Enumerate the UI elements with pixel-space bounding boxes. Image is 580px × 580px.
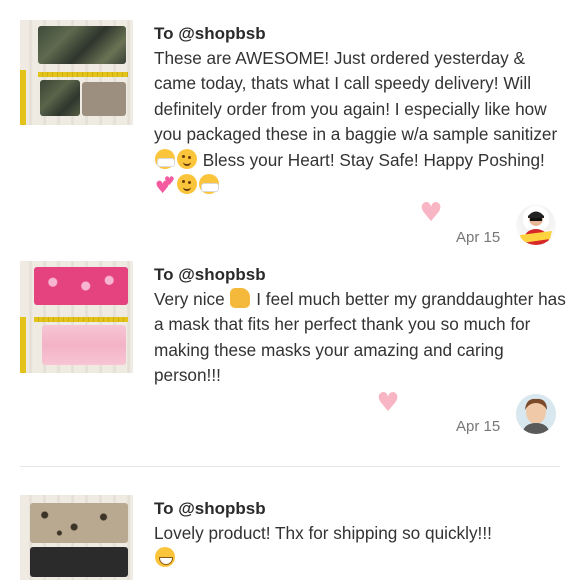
mask-emoji-icon xyxy=(155,148,175,169)
review-text: Very nice I feel much better my granddau… xyxy=(154,288,566,386)
review-date: Apr 15 xyxy=(456,418,501,435)
recipient-label: To @shopbsb xyxy=(154,24,266,43)
recipient-label: To @shopbsb xyxy=(154,265,266,284)
avatar-image xyxy=(516,394,556,434)
two-hearts-emoji-icon xyxy=(155,169,175,201)
review-text: These are AWESOME! Just ordered yesterda… xyxy=(154,46,570,201)
avatar-image xyxy=(520,211,552,245)
review-item: To @shopbsb These are AWESOME! Just orde… xyxy=(0,0,580,260)
review-photo[interactable] xyxy=(20,20,133,125)
review-date: Apr 15 xyxy=(456,229,501,246)
reviewer-avatar[interactable] xyxy=(516,394,556,434)
wink-emoji-icon xyxy=(177,174,197,195)
reviewer-avatar[interactable] xyxy=(516,205,556,245)
thumbs-up-emoji-icon xyxy=(230,288,251,308)
review-text: Lovely product! Thx for shipping so quic… xyxy=(154,521,570,572)
review-photo[interactable] xyxy=(20,261,133,373)
mask-emoji-icon xyxy=(199,174,219,195)
recipient-label: To @shopbsb xyxy=(154,499,266,518)
wink-emoji-icon xyxy=(177,148,197,169)
review-item: To @shopbsb Lovely product! Thx for ship… xyxy=(0,480,580,580)
grinning-face-emoji-icon xyxy=(155,547,175,568)
like-heart-icon[interactable]: ♥ xyxy=(419,200,443,226)
review-item: To @shopbsb Very nice I feel much better… xyxy=(0,250,580,460)
like-heart-icon[interactable]: ♥ xyxy=(376,390,400,416)
review-photo[interactable] xyxy=(20,495,133,580)
review-divider xyxy=(20,466,560,467)
